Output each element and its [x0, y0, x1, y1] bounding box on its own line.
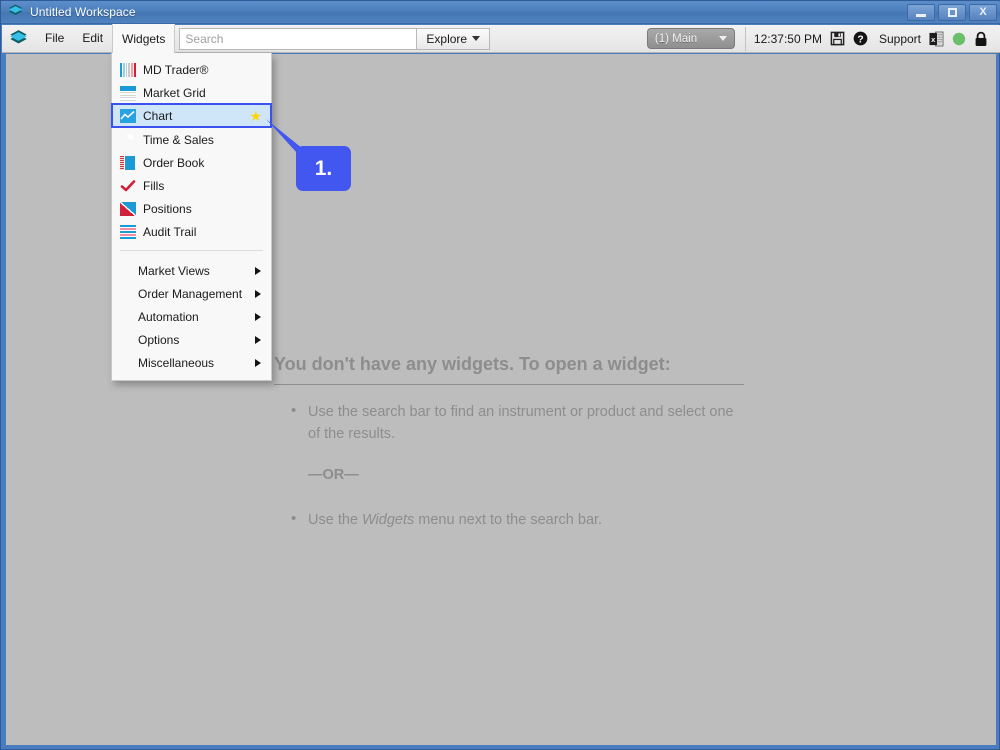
menu-file[interactable]: File [36, 25, 73, 53]
menu-item-md-trader[interactable]: MD Trader® [112, 58, 271, 81]
menu-item-chart[interactable]: Chart ★ [111, 103, 272, 128]
menu-item-label: Automation [138, 309, 199, 324]
window-title: Untitled Workspace [30, 5, 136, 19]
menu-item-label: Time & Sales [143, 132, 214, 147]
empty-state-list: Use the search bar to find an instrument… [274, 400, 744, 445]
audit-trail-icon [120, 224, 136, 239]
chevron-down-icon [472, 36, 481, 41]
menu-item-label: Miscellaneous [138, 355, 215, 370]
empty-state-bullet-widgets: Use the Widgets menu next to the search … [274, 508, 744, 531]
excel-export-icon[interactable]: x [929, 31, 944, 47]
positions-icon [120, 201, 136, 216]
menu-item-label: Order Management [138, 286, 243, 301]
maximize-button[interactable] [938, 4, 966, 21]
support-link[interactable]: Support [879, 32, 921, 46]
close-button[interactable]: X [969, 4, 997, 21]
callout-label: 1. [314, 156, 333, 180]
minimize-button[interactable] [907, 4, 935, 21]
menu-item-label: Order Book [143, 155, 205, 170]
bullet-two-emphasis: Widgets [362, 512, 415, 528]
menu-edit[interactable]: Edit [73, 25, 112, 53]
toolbar-divider [744, 26, 746, 51]
svg-text:?: ? [857, 34, 863, 45]
toolbar-app-logo-icon [9, 27, 28, 51]
support-help-icon[interactable]: ? [853, 31, 868, 46]
menu-separator [120, 250, 263, 251]
menu-item-label: Positions [143, 201, 192, 216]
menu-item-label: Market Views [138, 263, 210, 278]
minimize-icon [916, 13, 926, 17]
menu-item-label: Fills [143, 178, 165, 193]
order-book-icon [120, 155, 136, 170]
window-controls: X [907, 4, 997, 21]
menu-item-automation[interactable]: Automation [112, 305, 271, 328]
chevron-right-icon [255, 289, 261, 298]
menu-item-audit-trail[interactable]: Audit Trail [112, 220, 271, 243]
empty-state-message: You don't have any widgets. To open a wi… [274, 354, 744, 535]
close-icon: X [979, 6, 987, 18]
menu-item-label: Chart [143, 108, 173, 123]
chevron-down-icon [718, 36, 727, 41]
bullet-two-suffix: menu next to the search bar. [414, 512, 603, 528]
menu-item-order-management[interactable]: Order Management [112, 282, 271, 305]
save-workspace-button[interactable] [830, 31, 845, 46]
chevron-right-icon [255, 312, 261, 321]
title-bar: Untitled Workspace X [1, 1, 1000, 24]
menu-widgets[interactable]: Widgets [112, 24, 176, 53]
menu-item-market-grid[interactable]: Market Grid [112, 81, 271, 104]
widgets-dropdown-menu: MD Trader® Market Grid Chart ★ Time & Sa… [111, 53, 272, 381]
application-window: Untitled Workspace X File Edit Widgets E… [0, 0, 1000, 750]
callout-step-badge: 1. [296, 146, 351, 191]
menu-item-fills[interactable]: Fills [112, 174, 271, 197]
chevron-right-icon [255, 335, 261, 344]
workspace-selector-label: (1) Main [654, 32, 698, 45]
bullet-two-prefix: Use the [308, 512, 362, 528]
workspace-selector[interactable]: (1) Main [646, 28, 735, 49]
md-trader-icon [120, 62, 136, 77]
search-input[interactable] [179, 27, 418, 50]
menu-item-label: MD Trader® [143, 62, 209, 77]
toolbar-right-section: (1) Main 12:37:50 PM ? Support x [646, 25, 1000, 53]
chevron-right-icon [255, 266, 261, 275]
chart-icon [120, 108, 136, 123]
explore-label: Explore [426, 31, 468, 46]
chevron-right-icon [255, 358, 261, 367]
maximize-icon [947, 8, 957, 17]
explore-button[interactable]: Explore [417, 27, 491, 50]
empty-state-heading: You don't have any widgets. To open a wi… [274, 354, 744, 385]
menu-item-market-views[interactable]: Market Views [112, 259, 271, 282]
fills-checkmark-icon [120, 179, 136, 193]
favorite-star-icon[interactable]: ★ [249, 109, 262, 123]
app-diamond-logo-icon [8, 2, 23, 22]
clock-display: 12:37:50 PM [753, 31, 822, 46]
empty-state-list-two: Use the Widgets menu next to the search … [274, 508, 744, 531]
menu-item-options[interactable]: Options [112, 328, 271, 351]
menu-item-label: Market Grid [143, 85, 206, 100]
empty-state-or-separator: —OR— [308, 467, 359, 483]
menu-item-miscellaneous[interactable]: Miscellaneous [112, 351, 271, 374]
menu-item-time-and-sales[interactable]: Time & Sales [112, 128, 271, 151]
menu-item-order-book[interactable]: Order Book [112, 151, 271, 174]
menu-item-label: Options [138, 332, 180, 347]
menu-item-positions[interactable]: Positions [112, 197, 271, 220]
menu-item-label: Audit Trail [143, 224, 197, 239]
padlock-icon[interactable] [974, 31, 988, 47]
empty-state-bullet-search: Use the search bar to find an instrument… [274, 400, 744, 445]
green-status-circle-icon[interactable] [952, 32, 966, 46]
main-toolbar: File Edit Widgets Explore (1) Main 12:37… [2, 24, 1000, 53]
market-grid-icon [120, 85, 136, 101]
time-and-sales-icon [120, 133, 136, 147]
